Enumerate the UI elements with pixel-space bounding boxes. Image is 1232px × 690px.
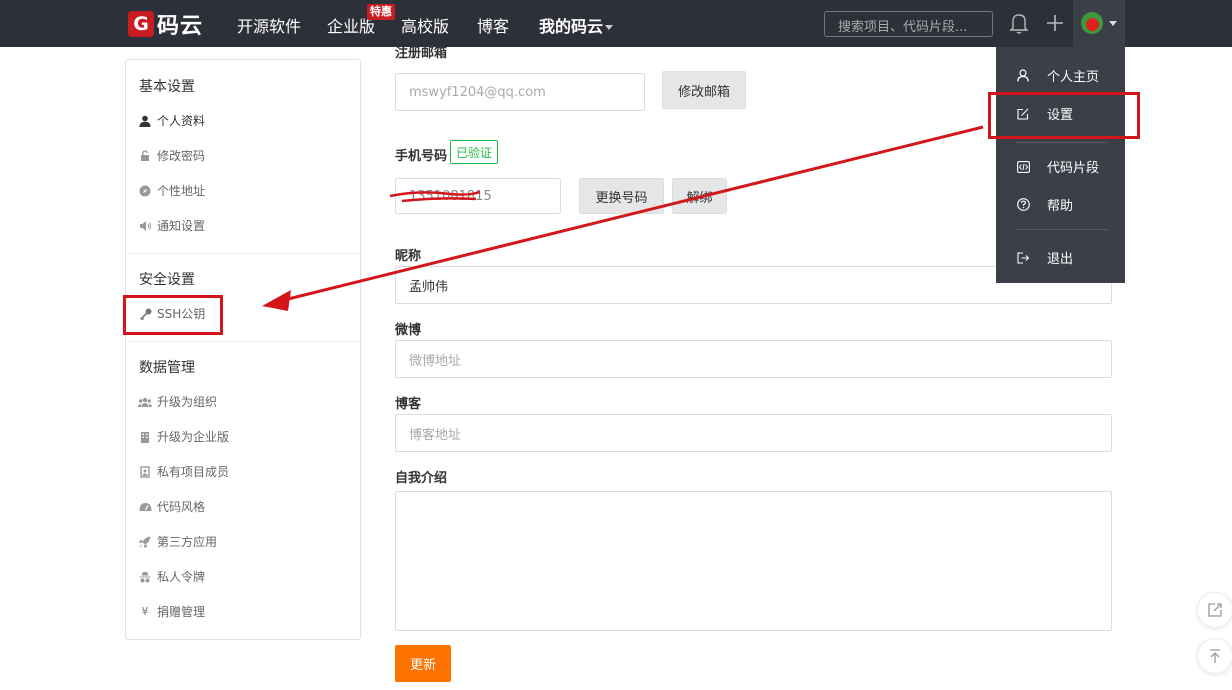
nav-blog[interactable]: 博客: [477, 13, 509, 37]
id-card-icon: [138, 465, 152, 479]
logout-icon: [1016, 251, 1030, 265]
share-button[interactable]: [1197, 592, 1232, 628]
email-label: 注册邮箱: [395, 46, 448, 61]
sidebar-item-upgrade-org[interactable]: 升级为组织: [138, 393, 217, 410]
sidebar-item-donations[interactable]: ¥ 捐赠管理: [138, 603, 206, 620]
logo-mark: G: [128, 11, 154, 37]
sidebar-item-label: 升级为企业版: [157, 430, 230, 444]
annotation-box-ssh: [123, 295, 223, 335]
sidebar-item-label: 私有项目成员: [157, 465, 230, 479]
compass-icon: [138, 184, 152, 198]
nav-education[interactable]: 高校版: [401, 13, 449, 37]
update-button[interactable]: 更新: [395, 645, 451, 682]
section-security-settings: 安全设置: [139, 272, 195, 288]
help-icon: [1016, 198, 1030, 212]
nav-open-source[interactable]: 开源软件: [237, 13, 301, 37]
arrow-up-icon: [1210, 649, 1220, 663]
phone-label: 手机号码: [395, 149, 448, 164]
sidebar-item-label: 个性地址: [157, 184, 206, 198]
sidebar-item-code-style[interactable]: 代码风格: [138, 498, 205, 515]
change-phone-button[interactable]: 更换号码: [579, 178, 664, 214]
section-basic-settings: 基本设置: [139, 79, 195, 95]
sidebar-item-private-tokens[interactable]: 私人令牌: [138, 568, 205, 585]
divider: [126, 253, 360, 254]
divider: [1016, 142, 1108, 143]
nav-my-gitee-label: 我的码云: [539, 17, 604, 36]
divider: [1016, 229, 1108, 230]
menu-item-help[interactable]: 帮助: [1016, 195, 1073, 214]
email-field[interactable]: mswyf1204@qq.com: [395, 73, 645, 111]
menu-item-label: 帮助: [1047, 199, 1074, 214]
avatar: [1081, 12, 1103, 34]
sidebar-item-password[interactable]: 修改密码: [138, 147, 205, 164]
search-input[interactable]: 搜索项目、代码片段...: [824, 11, 993, 37]
weibo-field[interactable]: 微博地址: [395, 340, 1112, 378]
back-to-top-button[interactable]: [1197, 638, 1232, 674]
sidebar-item-profile[interactable]: 个人资料: [138, 112, 205, 129]
user-dropdown-menu: 个人主页 设置 代码片段 帮助 退出: [996, 47, 1125, 283]
building-icon: [138, 430, 152, 444]
blog-label: 博客: [395, 397, 422, 412]
annotation-box-settings: [988, 92, 1140, 139]
menu-item-snippets[interactable]: 代码片段: [1016, 157, 1099, 176]
settings-sidebar: 基本设置 个人资料 修改密码 个性地址 通知设置 安全设置 SSH公钥 数据管理…: [125, 59, 361, 640]
sidebar-item-label: 私人令牌: [157, 570, 206, 584]
unbind-button[interactable]: 解绑: [672, 178, 727, 214]
menu-item-label: 代码片段: [1047, 161, 1100, 176]
menu-item-homepage[interactable]: 个人主页: [1016, 66, 1099, 85]
users-icon: [138, 395, 152, 409]
sidebar-item-personal-url[interactable]: 个性地址: [138, 182, 205, 199]
yen-icon: ¥: [141, 605, 149, 618]
bell-icon[interactable]: [1008, 11, 1030, 35]
menu-item-label: 个人主页: [1047, 70, 1100, 85]
user-outline-icon: [1016, 69, 1030, 83]
change-email-button[interactable]: 修改邮箱: [662, 71, 746, 109]
weibo-label: 微博: [395, 323, 422, 338]
logo-text: 码云: [157, 14, 204, 39]
menu-item-label: 退出: [1047, 252, 1074, 267]
sidebar-item-private-members[interactable]: 私有项目成员: [138, 463, 229, 480]
chevron-down-icon: [1109, 21, 1117, 26]
divider: [126, 341, 360, 342]
sidebar-item-label: 通知设置: [157, 219, 206, 233]
sidebar-item-label: 代码风格: [157, 500, 206, 514]
sidebar-item-third-party-apps[interactable]: 第三方应用: [138, 533, 217, 550]
verified-badge: 已验证: [450, 140, 499, 164]
incognito-icon: [138, 570, 152, 584]
user-menu-toggle[interactable]: [1073, 0, 1125, 47]
lock-icon: [138, 149, 152, 163]
top-navbar: G 码云 开源软件 企业版 特惠 高校版 博客 我的码云 搜索项目、代码片段..…: [0, 0, 1232, 47]
sidebar-item-label: 升级为组织: [157, 395, 218, 409]
phone-field[interactable]: 1351081815: [395, 178, 561, 214]
sidebar-item-label: 捐赠管理: [157, 605, 206, 619]
intro-label: 自我介绍: [395, 471, 448, 486]
share-icon: [1208, 603, 1222, 617]
rocket-icon: [138, 535, 152, 549]
logo[interactable]: G 码云: [128, 10, 204, 39]
promo-badge: 特惠: [367, 4, 395, 20]
sidebar-item-notifications[interactable]: 通知设置: [138, 217, 205, 234]
menu-item-logout[interactable]: 退出: [1016, 248, 1073, 267]
intro-textarea[interactable]: [395, 491, 1112, 631]
plus-icon[interactable]: [1044, 11, 1066, 35]
sidebar-item-label: 修改密码: [157, 149, 206, 163]
sidebar-item-label: 第三方应用: [157, 535, 218, 549]
section-data-management: 数据管理: [139, 360, 195, 376]
dashboard-icon: [138, 500, 152, 514]
volume-icon: [138, 219, 152, 233]
sidebar-item-label: 个人资料: [157, 114, 206, 128]
chevron-down-icon: [605, 25, 614, 30]
code-icon: [1016, 160, 1030, 174]
user-icon: [138, 114, 152, 128]
nav-my-gitee[interactable]: 我的码云: [539, 13, 614, 37]
nickname-label: 昵称: [395, 249, 422, 264]
sidebar-item-upgrade-enterprise[interactable]: 升级为企业版: [138, 428, 229, 445]
blog-field[interactable]: 博客地址: [395, 414, 1112, 452]
